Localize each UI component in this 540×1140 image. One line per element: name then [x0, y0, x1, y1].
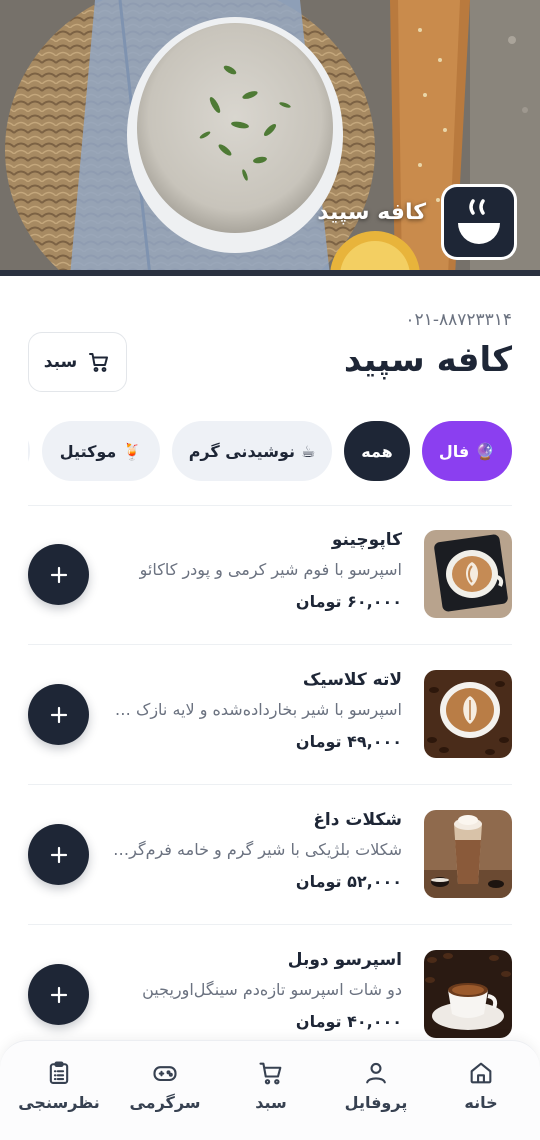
product-item[interactable]: لاته کلاسیک اسپرسو با شیر بخارداده‌شده و… [28, 670, 512, 760]
product-image-cappuccino [424, 530, 512, 618]
product-image-hot-chocolate [424, 810, 512, 898]
gamepad-icon [153, 1066, 177, 1082]
home-icon [470, 1062, 492, 1084]
hero-bottom-strip [0, 270, 540, 276]
product-description: شکلات بلژیکی با شیر گرم و خامه فرم‌گرفته [112, 840, 402, 859]
product-item[interactable]: شکلات داغ شکلات بلژیکی با شیر گرم و خامه… [28, 810, 512, 900]
crystal-ball-icon: 🔮 [475, 441, 496, 461]
category-chip-hot-drinks[interactable]: ☕ نوشیدنی گرم [172, 421, 332, 481]
category-chips: 🔮 فال همه ☕ نوشیدنی گرم 🍹 موکتیل [28, 421, 512, 481]
product-price: ۵۲,۰۰۰ تومان [295, 872, 402, 891]
nav-label: نظرسنجی [18, 1093, 100, 1112]
product-name: شکلات داغ [313, 810, 402, 830]
divider [28, 924, 512, 925]
page-title: کافه سپید [343, 340, 512, 380]
category-chip-partial[interactable] [28, 421, 30, 481]
steaming-cup-logo-icon [458, 199, 500, 244]
coffee-cup-icon: ☕ [300, 441, 316, 461]
nav-item-survey[interactable]: نظرسنجی [9, 1059, 109, 1119]
add-to-cart-button[interactable] [28, 684, 89, 745]
divider [28, 784, 512, 785]
nav-item-home[interactable]: خانه [431, 1059, 531, 1119]
user-icon [366, 1062, 386, 1084]
product-info: اسپرسو دوبل دو شات اسپرسو تازه‌دم سینگل‌… [112, 950, 402, 1031]
plus-icon [50, 706, 67, 723]
hero-banner: کافه سپید [0, 0, 540, 276]
product-info: شکلات داغ شکلات بلژیکی با شیر گرم و خامه… [112, 810, 402, 891]
cart-button-label: سبد [43, 352, 78, 372]
category-chip-all[interactable]: همه [344, 421, 410, 481]
category-chip-label: نوشیدنی گرم [188, 441, 295, 461]
plus-icon [50, 566, 67, 583]
add-to-cart-button[interactable] [28, 964, 89, 1025]
cart-button[interactable]: سبد [28, 332, 127, 392]
product-name: کاپوچینو [331, 530, 402, 550]
category-chip-label: فال [438, 441, 470, 461]
product-item[interactable]: کاپوچینو اسپرسو با فوم شیر کرمی و پودر ک… [28, 530, 512, 620]
nav-item-cart[interactable]: سبد [221, 1059, 321, 1119]
hero-cafe-title: کافه سپید [317, 200, 426, 225]
nav-label: سبد [255, 1093, 287, 1112]
plus-icon [50, 846, 67, 863]
divider [28, 505, 512, 506]
product-name: لاته کلاسیک [302, 670, 402, 690]
product-description: اسپرسو با شیر بخارداده‌شده و لایه نازک ف… [112, 700, 402, 719]
bottom-navigation: خانه پروفایل سبد سرگرمی نظرسنجی [0, 1040, 540, 1140]
product-description: اسپرسو با فوم شیر کرمی و پودر کاکائو [139, 560, 402, 579]
nav-item-games[interactable]: سرگرمی [115, 1059, 215, 1119]
tropical-drink-icon: 🍹 [122, 441, 143, 461]
nav-label: خانه [464, 1093, 498, 1112]
product-image-double-espresso [424, 950, 512, 1038]
nav-item-profile[interactable]: پروفایل [326, 1059, 426, 1119]
product-name: اسپرسو دوبل [287, 950, 402, 970]
category-chip-label: موکتیل [59, 441, 117, 461]
nav-label: سرگرمی [129, 1093, 201, 1112]
add-to-cart-button[interactable] [28, 824, 89, 885]
cafe-phone-number[interactable]: ۰۲۱-۸۸۷۲۳۳۱۴ [405, 310, 512, 330]
cart-icon [89, 353, 109, 372]
divider [28, 644, 512, 645]
product-info: لاته کلاسیک اسپرسو با شیر بخارداده‌شده و… [112, 670, 402, 751]
plus-icon [50, 986, 67, 1003]
cart-icon [259, 1062, 282, 1085]
add-to-cart-button[interactable] [28, 544, 89, 605]
product-image-latte [424, 670, 512, 758]
category-chip-fortune[interactable]: 🔮 فال [422, 421, 512, 481]
product-price: ۶۰,۰۰۰ تومان [295, 592, 402, 611]
nav-label: پروفایل [344, 1093, 408, 1112]
product-price: ۴۰,۰۰۰ تومان [295, 1012, 402, 1031]
product-info: کاپوچینو اسپرسو با فوم شیر کرمی و پودر ک… [112, 530, 402, 611]
product-item[interactable]: اسپرسو دوبل دو شات اسپرسو تازه‌دم سینگل‌… [28, 950, 512, 1040]
cafe-logo [441, 184, 517, 260]
category-chip-label: همه [361, 441, 393, 461]
category-chip-mocktail[interactable]: 🍹 موکتیل [42, 421, 160, 481]
clipboard-icon [49, 1061, 69, 1084]
product-description: دو شات اسپرسو تازه‌دم سینگل‌اوریجین [142, 980, 402, 999]
product-price: ۴۹,۰۰۰ تومان [295, 732, 402, 751]
